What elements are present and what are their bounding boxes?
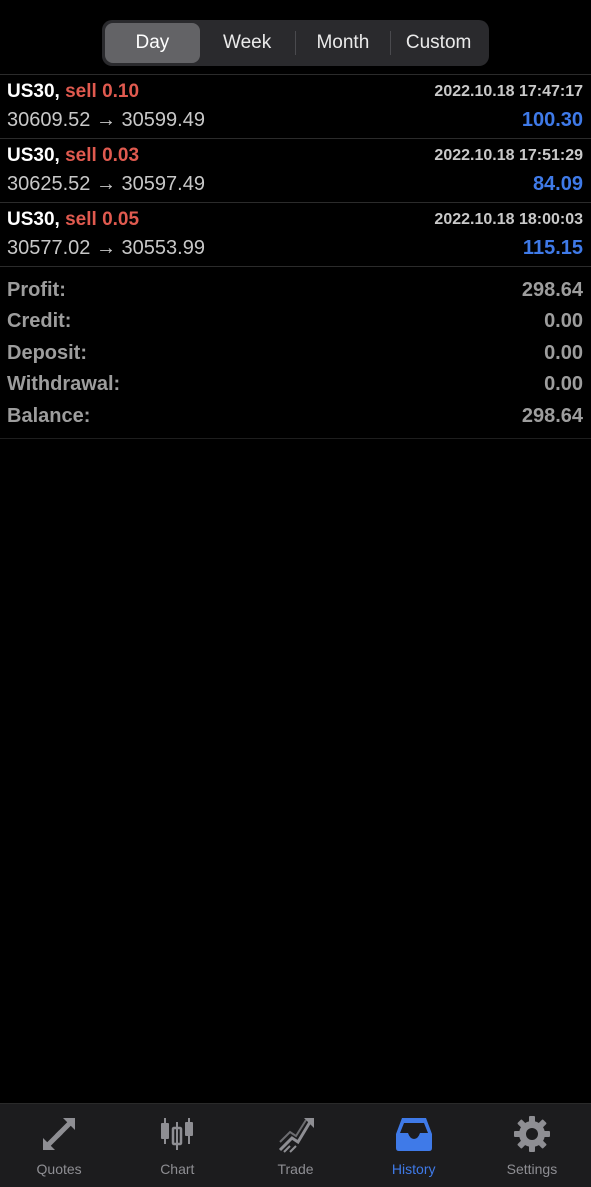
- arrow: →: [95, 109, 116, 131]
- close-price: 30597.49: [121, 173, 205, 195]
- summary-balance-row: Balance: 298.64: [0, 404, 591, 435]
- quotes-arrows-icon: [39, 1114, 79, 1154]
- trade-list: US30, sell 0.10 2022.10.18 17:47:17 3060…: [0, 75, 591, 267]
- balance-value: 298.64: [521, 404, 583, 427]
- tab-label: Settings: [506, 1161, 558, 1177]
- arrow: →: [95, 173, 116, 195]
- withdrawal-label: Withdrawal:: [7, 373, 121, 396]
- trade-profit: 100.30: [521, 109, 583, 131]
- divider: [0, 438, 591, 439]
- tab-trade[interactable]: Trade: [236, 1104, 354, 1187]
- arrow: →: [95, 237, 116, 259]
- tab-history[interactable]: History: [355, 1104, 473, 1187]
- trade-time: 2022.10.18 17:47:17: [434, 83, 583, 100]
- trade-row[interactable]: US30, sell 0.03 2022.10.18 17:51:29 3062…: [0, 139, 591, 203]
- trade-side-lot: sell 0.05: [65, 209, 140, 230]
- open-price: 30609.52: [7, 109, 91, 131]
- trade-prices: 30577.02 → 30553.99: [7, 237, 205, 260]
- credit-label: Credit:: [7, 310, 72, 333]
- trade-prices: 30625.52 → 30597.49: [7, 173, 205, 196]
- trade-prices: 30609.52 → 30599.49: [7, 109, 205, 132]
- summary-deposit-row: Deposit: 0.00: [0, 341, 591, 372]
- trade-side-lot: sell 0.03: [65, 145, 140, 166]
- close-price: 30553.99: [121, 237, 205, 259]
- trade-row[interactable]: US30, sell 0.05 2022.10.18 18:00:03 3057…: [0, 203, 591, 267]
- trade-profit: 115.15: [522, 237, 583, 259]
- tab-settings[interactable]: Settings: [473, 1104, 591, 1187]
- segment-custom[interactable]: Custom: [391, 23, 486, 63]
- trade-symbol: US30, sell 0.03: [7, 145, 139, 167]
- tab-label: History: [391, 1161, 436, 1177]
- account-summary: Profit: 298.64 Credit: 0.00 Deposit: 0.0…: [0, 278, 591, 435]
- open-price: 30577.02: [7, 237, 91, 259]
- history-screen: Day Week Month Custom US30, sell 0.10 20…: [0, 0, 591, 1187]
- close-price: 30599.49: [121, 109, 205, 131]
- gear-icon: [512, 1114, 552, 1154]
- segment-week[interactable]: Week: [200, 23, 295, 63]
- open-price: 30625.52: [7, 173, 91, 195]
- bottom-tab-bar: Quotes Chart Trade History Settings: [0, 1103, 591, 1187]
- period-segmented-control: Day Week Month Custom: [102, 20, 489, 66]
- segment-month[interactable]: Month: [296, 23, 391, 63]
- deposit-value: 0.00: [544, 341, 583, 364]
- summary-credit-row: Credit: 0.00: [0, 309, 591, 340]
- tab-label: Chart: [160, 1161, 195, 1177]
- trade-profit: 84.09: [532, 173, 583, 195]
- trade-symbol: US30, sell 0.10: [7, 81, 139, 103]
- deposit-label: Deposit:: [7, 341, 87, 364]
- inbox-tray-icon: [394, 1114, 434, 1154]
- withdrawal-value: 0.00: [544, 373, 583, 396]
- tab-label: Quotes: [36, 1161, 82, 1177]
- symbol-text: US30,: [7, 145, 60, 166]
- tab-label: Trade: [277, 1161, 314, 1177]
- symbol-text: US30,: [7, 209, 60, 230]
- balance-label: Balance:: [7, 404, 91, 427]
- trade-time: 2022.10.18 18:00:03: [434, 211, 583, 228]
- trade-row[interactable]: US30, sell 0.10 2022.10.18 17:47:17 3060…: [0, 75, 591, 139]
- credit-value: 0.00: [544, 310, 583, 333]
- tab-chart[interactable]: Chart: [118, 1104, 236, 1187]
- trade-time: 2022.10.18 17:51:29: [434, 147, 583, 164]
- profit-value: 298.64: [521, 279, 583, 301]
- trade-symbol: US30, sell 0.05: [7, 209, 139, 231]
- segment-day[interactable]: Day: [105, 23, 200, 63]
- candlestick-icon: [157, 1114, 197, 1154]
- symbol-text: US30,: [7, 81, 60, 102]
- trade-side-lot: sell 0.10: [65, 81, 140, 102]
- summary-profit-row: Profit: 298.64: [0, 278, 591, 309]
- trend-icon: [276, 1114, 316, 1154]
- profit-label: Profit:: [7, 279, 66, 301]
- tab-quotes[interactable]: Quotes: [0, 1104, 118, 1187]
- summary-withdrawal-row: Withdrawal: 0.00: [0, 372, 591, 403]
